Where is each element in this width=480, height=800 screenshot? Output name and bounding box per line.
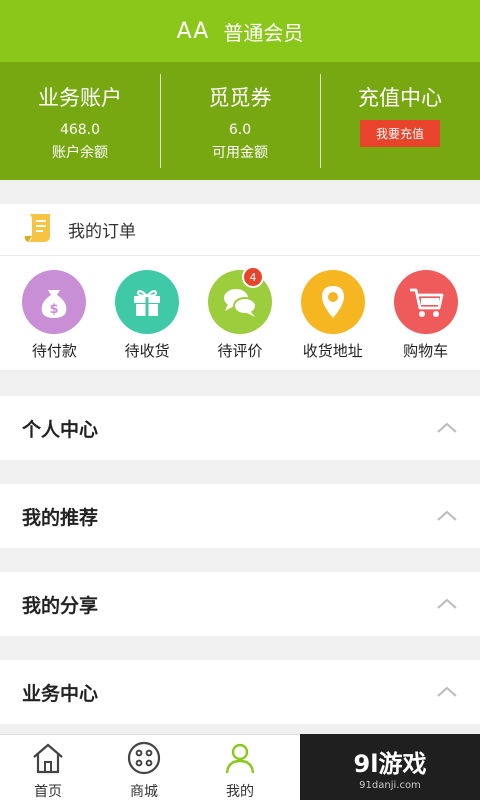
svg-text:$: $: [50, 302, 59, 317]
tab-mine[interactable]: 我的: [192, 735, 288, 800]
grid-icon: [126, 741, 162, 779]
recharge-center: 充值中心 我要充值: [320, 62, 480, 180]
coupon-account-value: 6.0: [228, 122, 252, 138]
business-account-title: 业务账户: [38, 86, 122, 110]
chevron-up-icon: [436, 507, 458, 526]
business-account[interactable]: 业务账户 468.0 账户余额: [0, 62, 160, 180]
shipping-address[interactable]: 收货地址: [293, 270, 373, 361]
order-pending-review-label: 待评价: [217, 342, 263, 360]
section-title: 我的推荐: [22, 506, 99, 529]
user-icon: [222, 741, 258, 779]
recharge-button[interactable]: 我要充值: [359, 120, 440, 147]
section-my-shares[interactable]: 我的分享: [0, 572, 480, 636]
order-pending-review[interactable]: 4 待评价: [200, 266, 280, 361]
order-pending-receipt-label: 待收货: [124, 342, 170, 360]
chevron-up-icon: [436, 419, 458, 438]
chevron-up-icon: [436, 683, 458, 702]
my-orders-row[interactable]: 我的订单: [0, 204, 480, 256]
chat-icon: 4: [207, 266, 272, 334]
business-account-sub: 账户余额: [52, 145, 108, 161]
order-pending-payment[interactable]: $ 待付款: [14, 270, 94, 361]
home-icon: [30, 741, 66, 779]
receipt-icon: [22, 210, 58, 250]
member-level: 普通会员: [223, 20, 304, 45]
section-business-center[interactable]: 业务中心: [0, 660, 480, 724]
section-my-recommendations[interactable]: 我的推荐: [0, 484, 480, 548]
coupon-account-sub: 可用金额: [212, 145, 268, 161]
section-title: 个人中心: [22, 418, 99, 441]
order-pending-payment-label: 待付款: [31, 342, 77, 360]
tab-mall-label: 商城: [130, 784, 158, 800]
coupon-account-title: 觅觅券: [208, 86, 272, 110]
business-account-value: 468.0: [59, 122, 101, 138]
section-title: 业务中心: [22, 682, 99, 705]
watermark-url: 91danji.com: [359, 779, 421, 791]
review-count-badge: 4: [241, 266, 264, 288]
tab-mall[interactable]: 商城: [96, 735, 192, 800]
location-pin-icon: [300, 270, 365, 334]
chevron-up-icon: [436, 595, 458, 614]
watermark-logo-text: 9l游戏: [353, 749, 427, 778]
site-watermark: 9l游戏 91danji.com: [300, 734, 480, 800]
user-name: AA: [176, 18, 210, 44]
cart-icon: [393, 270, 458, 334]
my-orders-title: 我的订单: [68, 222, 136, 242]
order-pending-receipt[interactable]: 待收货: [107, 270, 187, 361]
order-status-list: $ 待付款 待收货 4 待评价 收货地址 购物车: [0, 256, 480, 361]
order-card: 我的订单 $ 待付款 待收货 4 待评价 收货地址 购物车: [0, 204, 480, 370]
money-bag-icon: $: [22, 270, 87, 334]
header-bar: AA 普通会员: [0, 0, 480, 62]
recharge-center-title: 充值中心: [358, 86, 442, 110]
section-title: 我的分享: [22, 594, 99, 617]
gift-icon: [115, 270, 180, 334]
tab-home[interactable]: 首页: [0, 735, 96, 800]
accounts-panel: 业务账户 468.0 账户余额 觅觅券 6.0 可用金额 充值中心 我要充值: [0, 62, 480, 180]
tab-mine-label: 我的: [226, 784, 254, 800]
section-personal-center[interactable]: 个人中心: [0, 396, 480, 460]
shopping-cart-label: 购物车: [403, 342, 449, 360]
coupon-account[interactable]: 觅觅券 6.0 可用金额: [160, 62, 320, 180]
shopping-cart[interactable]: 购物车: [386, 270, 466, 361]
tab-home-label: 首页: [34, 784, 62, 800]
shipping-address-label: 收货地址: [302, 342, 363, 360]
